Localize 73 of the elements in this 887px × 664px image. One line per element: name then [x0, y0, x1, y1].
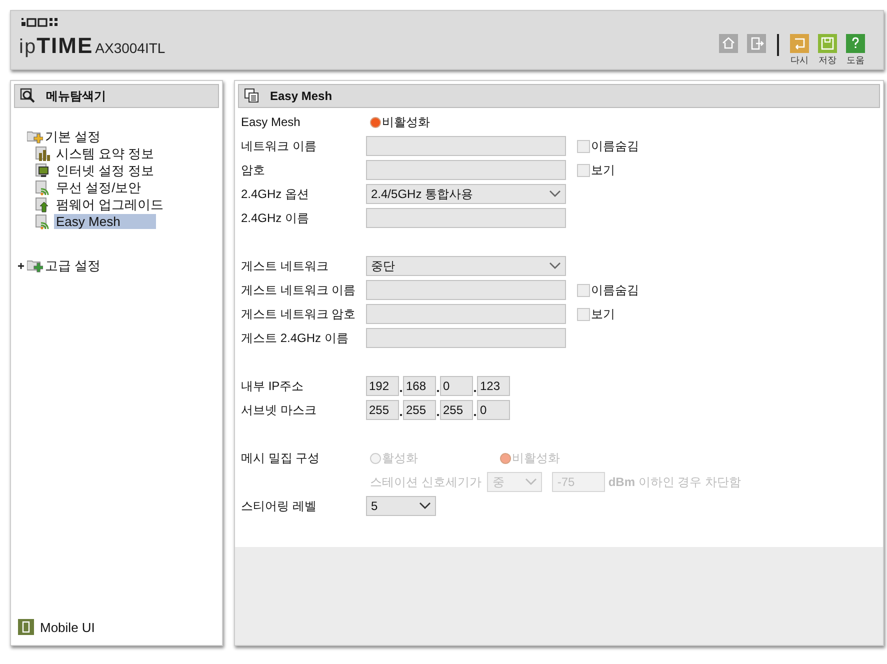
home-button[interactable]	[719, 34, 738, 53]
wireless-icon	[35, 180, 51, 196]
chevron-icon	[419, 502, 431, 510]
dropdown[interactable]: 5	[366, 496, 436, 516]
input-field[interactable]	[366, 160, 566, 180]
logo-brand: TIME	[36, 33, 94, 59]
ip-octet-field[interactable]: 255	[366, 400, 399, 420]
exit-button[interactable]	[747, 34, 766, 53]
input-field[interactable]	[366, 136, 566, 156]
undo-button[interactable]: 다시	[790, 34, 809, 67]
field-label: 네트워크 이름	[241, 138, 318, 154]
unit-text: dBm 이하인 경우 차단함	[608, 474, 742, 490]
ip-octet-field[interactable]: 168	[403, 376, 436, 396]
windows-icon	[244, 88, 260, 104]
field-label: 암호	[241, 162, 266, 178]
mobile-ui-link[interactable]: Mobile UI	[40, 620, 95, 634]
upgrade-arrow-icon	[35, 196, 51, 212]
checkbox[interactable]: 보기	[577, 306, 615, 322]
model-name: AX3004ITL	[95, 40, 166, 56]
field-label: 스테이션 신호세기가	[370, 474, 482, 490]
chevron-icon	[549, 262, 561, 270]
tree-item[interactable]: 고급 설정	[17, 257, 101, 274]
field-label: 2.4GHz 옵션	[241, 186, 310, 202]
input-field[interactable]	[366, 280, 566, 300]
folder-icon	[27, 128, 43, 144]
chevron-icon	[549, 190, 561, 198]
field-label: 게스트 네트워크 이름	[241, 282, 357, 298]
help-button[interactable]: 도움	[846, 34, 865, 67]
help-icon	[846, 34, 865, 53]
field-label: 내부 IP주소	[241, 378, 305, 394]
search-icon	[20, 88, 36, 104]
ip-octet-field[interactable]: 0	[440, 376, 473, 396]
radio-button[interactable]: 비활성화	[370, 114, 500, 130]
checkbox[interactable]: 이름숨김	[577, 282, 639, 298]
tree-item[interactable]: Easy Mesh	[54, 214, 156, 229]
tree-item[interactable]: 기본 설정	[17, 128, 101, 145]
ip-octet-field[interactable]: 192	[366, 376, 399, 396]
panel-title: Easy Mesh	[270, 89, 332, 103]
checkbox[interactable]: 보기	[577, 162, 615, 178]
field-label: 게스트 네트워크 암호	[241, 306, 357, 322]
tree-item[interactable]: 무선 설정/보안	[54, 178, 144, 196]
field-label: 게스트 네트워크	[241, 258, 330, 274]
folder-icon	[27, 258, 43, 274]
chevron-icon	[525, 478, 538, 486]
field-label: 2.4GHz 이름	[241, 210, 310, 226]
chart-icon	[35, 146, 51, 162]
input-field[interactable]	[366, 328, 566, 348]
undo-icon	[790, 34, 809, 53]
tree-item[interactable]: 펌웨어 업그레이드	[54, 196, 166, 214]
tree-item[interactable]: 시스템 요약 정보	[54, 144, 156, 162]
field-label: 게스트 2.4GHz 이름	[241, 330, 350, 346]
monitor-icon	[35, 162, 51, 178]
expand-icon	[18, 262, 24, 268]
dropdown[interactable]: 중단	[366, 256, 566, 276]
tree-item[interactable]: 인터넷 설정 정보	[54, 162, 156, 180]
ip-octet-field[interactable]: 123	[477, 376, 510, 396]
field-label: 서브넷 마스크	[241, 402, 318, 418]
panel-title: 메뉴탐색기	[46, 88, 106, 104]
field-label: Easy Mesh	[241, 115, 302, 129]
logo-text: ip	[19, 36, 37, 59]
input-field[interactable]	[366, 304, 566, 324]
checkbox[interactable]: 이름숨김	[577, 138, 639, 154]
dropdown[interactable]: 2.4/5GHz 통합사용	[366, 184, 566, 204]
ip-octet-field[interactable]: 0	[477, 400, 510, 420]
ip-octet-field[interactable]: 255	[403, 400, 436, 420]
field-label: 스티어링 레벨	[241, 498, 318, 514]
input-field[interactable]	[366, 208, 566, 228]
ip-octet-field[interactable]: 255	[440, 400, 473, 420]
save-button[interactable]: 저장	[818, 34, 837, 67]
wireless-icon	[35, 214, 51, 230]
field-label: 메시 밀집 구성	[241, 450, 321, 466]
phone-icon	[18, 619, 34, 635]
save-icon	[818, 34, 837, 53]
